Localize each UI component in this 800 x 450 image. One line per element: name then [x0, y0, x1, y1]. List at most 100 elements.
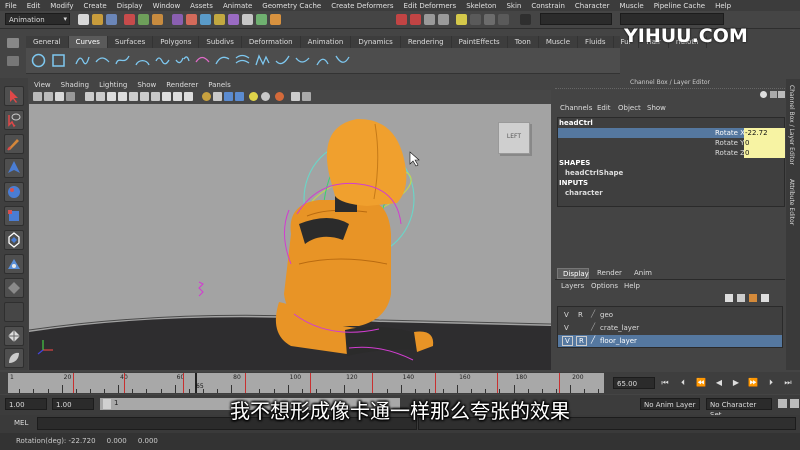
step-forward-key-icon[interactable]: ⏩ — [748, 377, 758, 389]
shelf-tab-animation[interactable]: Animation — [301, 36, 352, 48]
shelf-tab-painteffects[interactable]: PaintEffects — [452, 36, 508, 48]
render-settings-icon[interactable] — [484, 14, 495, 25]
shelf-tab-fluids[interactable]: Fluids — [578, 36, 614, 48]
menu-item-skeleton[interactable]: Skeleton — [461, 2, 501, 10]
show-manipulator-icon[interactable] — [4, 278, 24, 298]
animation-prefs-icon[interactable] — [790, 399, 799, 408]
high-quality-icon[interactable] — [275, 92, 284, 101]
menu-item-window[interactable]: Window — [148, 2, 186, 10]
channel-box-menu-show[interactable]: Show — [647, 104, 666, 112]
layer-attributes-icon[interactable] — [749, 294, 757, 302]
channel-box-menu-object[interactable]: Object — [618, 104, 641, 112]
select-component-icon[interactable] — [152, 14, 163, 25]
snap-curve-icon[interactable] — [410, 14, 421, 25]
new-layer-icon[interactable] — [725, 294, 733, 302]
playback-start-field[interactable]: 1.00 — [52, 398, 94, 410]
rotate-tool-icon[interactable] — [4, 182, 24, 202]
go-to-end-icon[interactable]: ⏭ — [783, 377, 793, 389]
select-camera-icon[interactable] — [33, 92, 42, 101]
shelf-tab-muscle[interactable]: Muscle — [539, 36, 579, 48]
channel-value[interactable]: -22.72 — [744, 128, 785, 138]
cv-curve-icon[interactable] — [74, 52, 91, 69]
quick-input-field[interactable] — [540, 13, 612, 25]
viewport-menu-shading[interactable]: Shading — [56, 81, 94, 89]
add-points-icon[interactable] — [274, 52, 291, 69]
frame-all-icon[interactable] — [291, 92, 300, 101]
key-marker[interactable] — [183, 373, 185, 393]
select-hierarchy-icon[interactable] — [124, 14, 135, 25]
soft-modification-icon[interactable] — [4, 254, 24, 274]
mask-curve-icon[interactable] — [200, 14, 211, 25]
single-pane-layout-icon[interactable] — [4, 326, 24, 346]
viewport-menu-renderer[interactable]: Renderer — [161, 81, 203, 89]
viewport-menu-view[interactable]: View — [29, 81, 56, 89]
shelf-editor-icon[interactable] — [7, 56, 19, 66]
select-tool-icon[interactable] — [4, 86, 24, 106]
smooth-shade-icon[interactable] — [173, 92, 182, 101]
camera-attributes-icon[interactable] — [44, 92, 53, 101]
input-node-name[interactable]: character — [565, 189, 603, 197]
square-curve-icon[interactable] — [50, 52, 67, 69]
range-slider[interactable]: 1 — [100, 398, 400, 410]
layer-name[interactable]: geo — [600, 311, 613, 319]
outliner-layout-icon[interactable] — [4, 348, 24, 368]
menu-item-edit-deformers[interactable]: Edit Deformers — [399, 2, 462, 10]
menu-item-display[interactable]: Display — [112, 2, 148, 10]
channel-row-rotate-y[interactable]: Rotate Y 0 — [558, 138, 785, 148]
key-marker[interactable] — [123, 373, 125, 393]
ipr-render-icon[interactable] — [470, 14, 481, 25]
layer-tab-anim[interactable]: Anim — [629, 268, 661, 279]
step-back-key-icon[interactable]: ⏪ — [696, 377, 706, 389]
circle-curve-icon[interactable] — [30, 52, 47, 69]
time-slider[interactable]: 120406080100120140160180200 65 — [8, 373, 604, 393]
menu-item-pipeline-cache[interactable]: Pipeline Cache — [649, 2, 710, 10]
channel-row-rotate-x[interactable]: Rotate X -22.72 — [558, 128, 785, 138]
layer-tab-display[interactable]: Display — [557, 268, 589, 279]
shelf-tab-dynamics[interactable]: Dynamics — [351, 36, 401, 48]
key-marker[interactable] — [558, 373, 560, 393]
save-scene-icon[interactable] — [106, 14, 117, 25]
layer-menu-help[interactable]: Help — [624, 282, 640, 290]
mask-deform-icon[interactable] — [228, 14, 239, 25]
mel-label[interactable]: MEL — [14, 419, 28, 427]
mask-surface-icon[interactable] — [214, 14, 225, 25]
universal-manipulator-icon[interactable] — [4, 230, 24, 250]
shelf-tab-subdivs[interactable]: Subdivs — [199, 36, 242, 48]
safe-action-icon[interactable] — [140, 92, 149, 101]
bookmark-icon[interactable] — [55, 92, 64, 101]
new-scene-icon[interactable] — [78, 14, 89, 25]
menu-item-animate[interactable]: Animate — [218, 2, 257, 10]
mask-render-icon[interactable] — [256, 14, 267, 25]
character-set-dropdown[interactable]: No Character Set — [706, 398, 772, 419]
side-tab-attribute-editor[interactable]: Attribute Editor — [788, 179, 795, 225]
play-forwards-icon[interactable]: ▶ — [731, 377, 741, 389]
shelf-tab-surfaces[interactable]: Surfaces — [108, 36, 154, 48]
shelf-tab-toon[interactable]: Toon — [508, 36, 539, 48]
move-tool-icon[interactable] — [4, 158, 24, 178]
key-marker[interactable] — [72, 373, 74, 393]
layer-color-swatch[interactable]: ╱ — [591, 323, 595, 331]
layer-color-swatch[interactable]: ╱ — [591, 310, 595, 318]
layer-visibility-toggle[interactable]: V — [562, 336, 573, 346]
side-tab-channel-box[interactable]: Channel Box / Layer Editor — [788, 85, 795, 165]
image-plane-icon[interactable] — [66, 92, 75, 101]
attach-curve-icon[interactable] — [154, 52, 171, 69]
menu-item-file[interactable]: File — [0, 2, 22, 10]
name-field[interactable] — [620, 13, 724, 25]
detach-curve-icon[interactable] — [174, 52, 191, 69]
shelf-tab-curves[interactable]: Curves — [68, 36, 108, 48]
layer-reference-toggle[interactable]: R — [578, 311, 583, 319]
shadows-icon[interactable] — [235, 92, 244, 101]
frame-selected-icon[interactable] — [302, 92, 311, 101]
menu-item-geometry-cache[interactable]: Geometry Cache — [257, 2, 326, 10]
pencil-curve-icon[interactable] — [114, 52, 131, 69]
render-icon[interactable] — [456, 14, 467, 25]
layer-name[interactable]: floor_layer — [600, 337, 637, 345]
safe-title-icon[interactable] — [151, 92, 160, 101]
key-marker[interactable] — [245, 373, 247, 393]
viewport-menu-show[interactable]: Show — [132, 81, 161, 89]
wireframe-on-shaded-icon[interactable] — [184, 92, 193, 101]
layer-tab-render[interactable]: Render — [593, 268, 625, 279]
layer-visibility-toggle[interactable]: V — [564, 311, 569, 319]
select-object-icon[interactable] — [138, 14, 149, 25]
